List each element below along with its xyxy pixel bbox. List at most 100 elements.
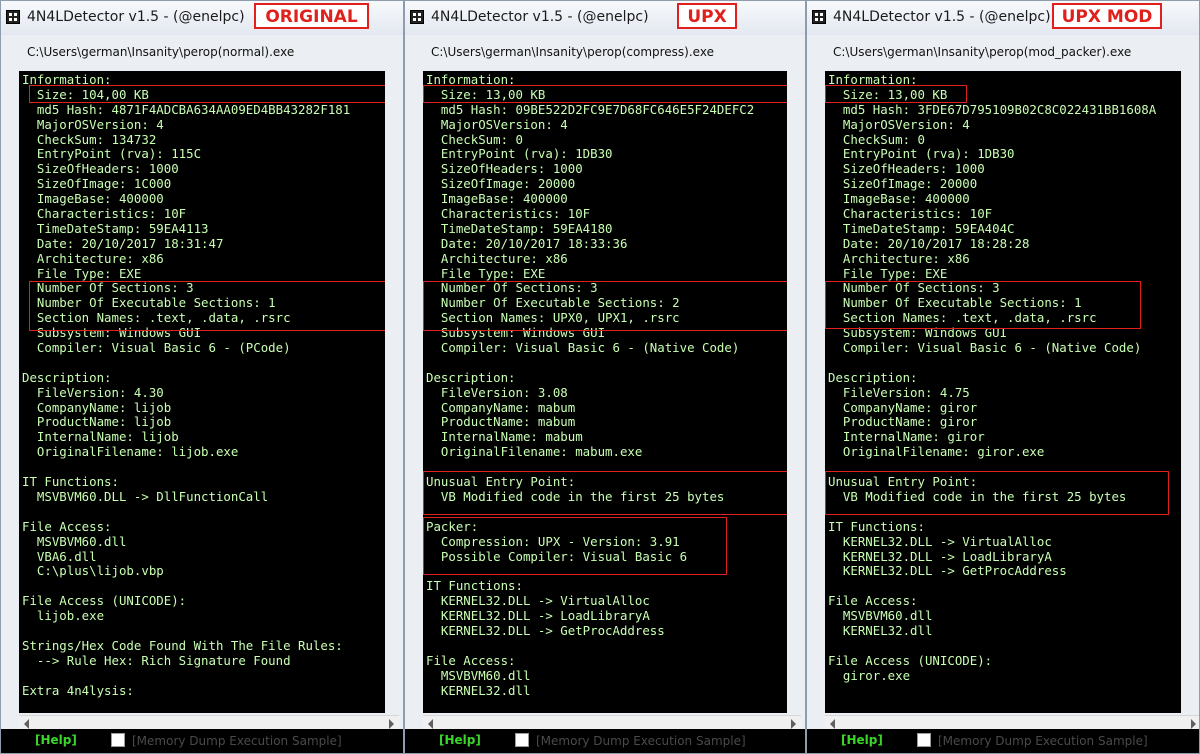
console-line: File Access: bbox=[22, 518, 112, 534]
file-path-label: C:\Users\german\Insanity\perop(compress)… bbox=[431, 45, 714, 59]
console-line: MSVBVM60.dll bbox=[828, 608, 933, 624]
console-line: KERNEL32.DLL -> VirtualAlloc bbox=[828, 533, 1052, 549]
analysis-output-console[interactable]: Information: Size: 104,00 KB md5 Hash: 4… bbox=[19, 71, 399, 713]
help-button[interactable]: [Help] bbox=[841, 733, 883, 747]
title-bar[interactable]: 4N4LDetector v1.5 - (@enelpc) UPX MOD bbox=[807, 1, 1199, 35]
analysis-output-console[interactable]: Information: Size: 13,00 KB md5 Hash: 09… bbox=[423, 71, 801, 713]
help-button[interactable]: [Help] bbox=[35, 733, 77, 747]
detector-window-upx: 4N4LDetector v1.5 - (@enelpc) UPX C:\Use… bbox=[404, 0, 806, 754]
console-line: Description: bbox=[426, 369, 516, 385]
console-line: KERNEL32.DLL -> VirtualAlloc bbox=[426, 593, 650, 609]
memory-dump-label[interactable]: [Memory Dump Execution Sample] bbox=[536, 734, 746, 748]
console-line: Architecture: x86 bbox=[22, 250, 164, 266]
console-line: Number Of Executable Sections: 1 bbox=[22, 295, 276, 311]
console-line: Date: 20/10/2017 18:28:28 bbox=[828, 235, 1030, 251]
memory-dump-checkbox[interactable] bbox=[917, 733, 931, 747]
console-line: CompanyName: lijob bbox=[22, 399, 172, 415]
file-path-label: C:\Users\german\Insanity\perop(normal).e… bbox=[27, 45, 295, 59]
console-line: IT Functions: bbox=[22, 474, 119, 490]
console-line: FileVersion: 3.08 bbox=[426, 384, 568, 400]
console-line: SizeOfImage: 20000 bbox=[828, 176, 978, 192]
scroll-left-arrow-icon[interactable] bbox=[428, 719, 433, 729]
console-line: CheckSum: 134732 bbox=[22, 131, 157, 147]
console-line: KERNEL32.DLL -> LoadLibraryA bbox=[426, 608, 650, 624]
console-line: Section Names: .text, .data, .rsrc bbox=[828, 310, 1097, 326]
console-line: MSVBVM60.dll bbox=[426, 667, 531, 683]
console-line: Size: 104,00 KB bbox=[22, 86, 149, 102]
console-line: Number Of Sections: 3 bbox=[426, 280, 598, 296]
console-line: Information: bbox=[426, 72, 516, 87]
console-line: lijob.exe bbox=[22, 608, 105, 624]
vertical-scrollbar[interactable] bbox=[385, 71, 403, 729]
console-line: md5 Hash: 3FDE67D795109B02C8C022431BB160… bbox=[828, 101, 1157, 117]
analysis-output-console[interactable]: Information: Size: 13,00 KB md5 Hash: 3F… bbox=[825, 71, 1199, 713]
help-button[interactable]: [Help] bbox=[439, 733, 481, 747]
console-line: Compiler: Visual Basic 6 - (Native Code) bbox=[828, 340, 1142, 356]
console-line: MajorOSVersion: 4 bbox=[828, 116, 970, 132]
console-line: File Access (UNICODE): bbox=[828, 652, 993, 668]
console-line: IT Functions: bbox=[828, 518, 925, 534]
console-line: CheckSum: 0 bbox=[426, 131, 523, 147]
console-line: KERNEL32.DLL -> LoadLibraryA bbox=[828, 548, 1052, 564]
console-line: TimeDateStamp: 59EA4113 bbox=[22, 220, 209, 236]
vertical-scrollbar[interactable] bbox=[1181, 71, 1199, 729]
console-line: ImageBase: 400000 bbox=[22, 191, 164, 207]
console-line: File Access: bbox=[426, 652, 516, 668]
console-line: C:\plus\lijob.vbp bbox=[22, 563, 164, 579]
console-line: TimeDateStamp: 59EA4180 bbox=[426, 220, 613, 236]
console-line: InternalName: lijob bbox=[22, 429, 179, 445]
console-line: MSVBVM60.dll bbox=[22, 533, 127, 549]
console-line: InternalName: giror bbox=[828, 429, 985, 445]
console-line: Packer: bbox=[426, 518, 479, 534]
window-title: 4N4LDetector v1.5 - (@enelpc) bbox=[833, 9, 1051, 25]
console-line: giror.exe bbox=[828, 667, 911, 683]
console-lines: Information: Size: 13,00 KB md5 Hash: 09… bbox=[423, 71, 801, 698]
footer-bar: [Help] [Memory Dump Execution Sample] bbox=[1, 729, 403, 753]
console-line: VBA6.dll bbox=[22, 548, 97, 564]
upx-mod-tag-label: UPX MOD bbox=[1052, 3, 1162, 29]
memory-dump-checkbox[interactable] bbox=[111, 733, 125, 747]
console-line: Number Of Sections: 3 bbox=[22, 280, 194, 296]
console-line: EntryPoint (rva): 115C bbox=[22, 146, 202, 162]
scroll-left-arrow-icon[interactable] bbox=[24, 719, 29, 729]
scroll-right-arrow-icon[interactable] bbox=[1191, 719, 1196, 729]
title-bar[interactable]: 4N4LDetector v1.5 - (@enelpc) UPX bbox=[405, 1, 805, 35]
console-line: File Access (UNICODE): bbox=[22, 593, 187, 609]
console-line: Number Of Executable Sections: 1 bbox=[828, 295, 1082, 311]
console-line: Compiler: Visual Basic 6 - (PCode) bbox=[22, 340, 291, 356]
console-line: OriginalFilename: giror.exe bbox=[828, 444, 1045, 460]
console-line: Possible Compiler: Visual Basic 6 bbox=[426, 548, 688, 564]
console-line: VB Modified code in the first 25 bytes bbox=[426, 488, 725, 504]
console-line: KERNEL32.dll bbox=[426, 682, 531, 698]
memory-dump-label[interactable]: [Memory Dump Execution Sample] bbox=[132, 734, 342, 748]
scroll-right-arrow-icon[interactable] bbox=[791, 719, 796, 729]
app-icon bbox=[6, 10, 20, 24]
scroll-left-arrow-icon[interactable] bbox=[830, 719, 835, 729]
console-line: ProductName: giror bbox=[828, 414, 978, 430]
console-line: Information: bbox=[22, 72, 112, 87]
console-line: Subsystem: Windows GUI bbox=[426, 325, 606, 341]
console-line: Subsystem: Windows GUI bbox=[22, 325, 202, 341]
console-line: VB Modified code in the first 25 bytes bbox=[828, 488, 1127, 504]
console-line: File Type: EXE bbox=[426, 265, 546, 281]
memory-dump-label[interactable]: [Memory Dump Execution Sample] bbox=[938, 734, 1148, 748]
console-line: Compiler: Visual Basic 6 - (Native Code) bbox=[426, 340, 740, 356]
console-lines: Information: Size: 104,00 KB md5 Hash: 4… bbox=[19, 71, 399, 698]
title-bar[interactable]: 4N4LDetector v1.5 - (@enelpc) ORIGINAL bbox=[1, 1, 403, 35]
console-line: Number Of Executable Sections: 2 bbox=[426, 295, 680, 311]
app-icon bbox=[410, 10, 424, 24]
memory-dump-checkbox[interactable] bbox=[515, 733, 529, 747]
scroll-right-arrow-icon[interactable] bbox=[389, 719, 394, 729]
console-line: Architecture: x86 bbox=[828, 250, 970, 266]
console-line: ProductName: lijob bbox=[22, 414, 172, 430]
vertical-scrollbar[interactable] bbox=[787, 71, 805, 729]
